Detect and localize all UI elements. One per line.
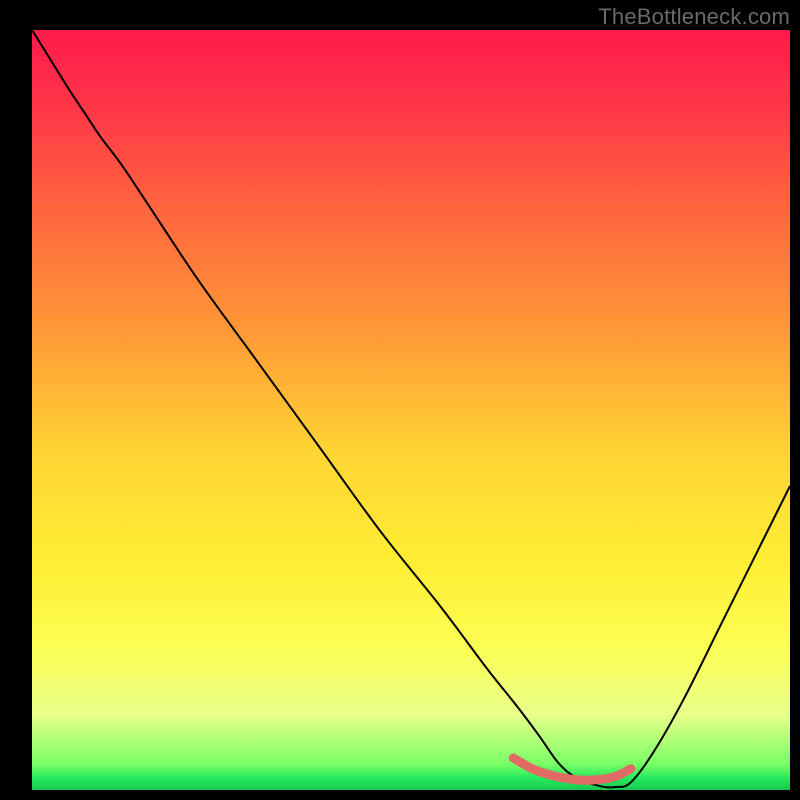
bottleneck-chart [0,0,800,800]
watermark-text: TheBottleneck.com [598,4,790,30]
chart-frame: { "watermark": "TheBottleneck.com", "cha… [0,0,800,800]
plot-background [32,30,790,790]
